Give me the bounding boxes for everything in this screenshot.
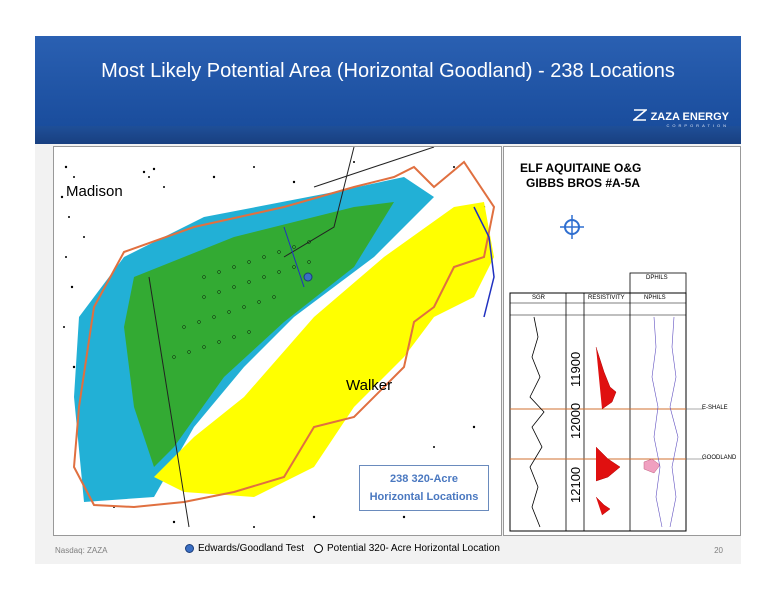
logo-text: ZAZA ENERGY [650, 110, 729, 123]
callout-line-1: 238 320-Acre [390, 473, 458, 485]
edwards-test-icon [185, 544, 194, 553]
page-number: 20 [714, 546, 723, 555]
depth-label-12000: 12000 [568, 402, 583, 439]
slide-title: Most Likely Potential Area (Horizontal G… [101, 60, 675, 82]
well-log-panel: ELF AQUITAINE O&G GIBBS BROS #A-5A SGR R… [503, 146, 741, 536]
callout-line-2: Horizontal Locations [369, 491, 479, 503]
slide: Most Likely Potential Area (Horizontal G… [35, 36, 741, 564]
depth-label-11900: 11900 [568, 351, 583, 387]
legend-potential-label: Potential 320- Acre Horizontal Location [327, 543, 500, 554]
log-tracks-graphic [509, 272, 704, 532]
track-label-dphi: DPHILS [646, 275, 668, 281]
logo-subtext: CORPORATION [666, 123, 729, 128]
county-label-walker: Walker [346, 377, 393, 394]
track-label-resistivity: RESISTIVITY [588, 295, 625, 301]
depth-label-12100: 12100 [568, 466, 583, 503]
county-label-madison: Madison [66, 183, 123, 200]
track-label-sgr: SGR [532, 295, 546, 301]
footer-ticker: Nasdaq: ZAZA [55, 546, 108, 555]
locations-callout: 238 320-Acre Horizontal Locations [359, 465, 489, 511]
company-logo: ZAZA ENERGY [631, 109, 729, 124]
marker-eshale: E-SHALE [702, 405, 728, 411]
map-panel: Madison Walker 238 320-Acre Horizontal L… [53, 146, 502, 536]
potential-location-icon [314, 544, 323, 553]
marker-goodland: GOODLAND [702, 455, 737, 461]
logo-bar [35, 126, 741, 144]
map-legend: Edwards/Goodland Test Potential 320- Acr… [185, 543, 500, 554]
track-label-nphi: NPHILS [644, 295, 666, 301]
zaza-logo-icon [631, 109, 648, 124]
legend-edwards-label: Edwards/Goodland Test [198, 543, 304, 554]
